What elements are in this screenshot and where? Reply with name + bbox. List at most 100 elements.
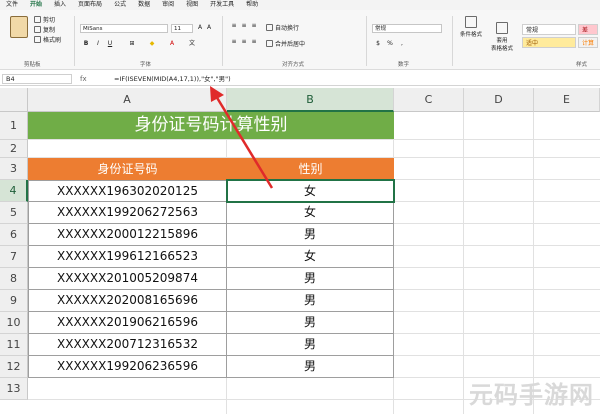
number-label: 数字 [398,62,410,68]
font-label: 字体 [140,62,152,68]
style-bad[interactable]: 差 [578,24,598,35]
gender-cell[interactable]: 男 [226,333,394,356]
row-header-13[interactable]: 13 [0,378,28,400]
header-id-number[interactable]: 身份证号码 [28,158,227,180]
alignment-label: 对齐方式 [282,62,305,68]
row-header-12[interactable]: 12 [0,356,28,378]
column-header-c[interactable]: C [394,88,464,112]
percent-icon[interactable]: % [386,40,394,48]
menu-review[interactable]: 审阅 [156,0,180,10]
font-size-select[interactable]: 11 [171,24,193,33]
align-right-icon[interactable]: ≡ [250,38,258,46]
menu-insert[interactable]: 插入 [48,0,72,10]
border-icon[interactable]: ⊞ [128,40,136,48]
underline-icon[interactable]: U [106,40,114,48]
gender-cell[interactable]: 男 [226,267,394,290]
menu-formulas[interactable]: 公式 [108,0,132,10]
wrap-icon [266,23,273,31]
italic-icon[interactable]: I [94,40,102,48]
id-cell[interactable]: XXXXXX199206236596 [28,355,227,378]
gender-cell[interactable]: 女 [226,245,394,268]
align-center-icon[interactable]: ≡ [240,38,248,46]
conditional-format-icon [465,16,477,28]
gridline [463,112,464,414]
gridline [533,112,534,414]
id-cell[interactable]: XXXXXX201005209874 [28,267,227,290]
gender-cell[interactable]: 女 [226,201,394,224]
row-header-2[interactable]: 2 [0,140,28,158]
fx-icon[interactable]: fx [80,74,87,84]
row-header-8[interactable]: 8 [0,268,28,290]
id-cell[interactable]: XXXXXX201906216596 [28,311,227,334]
id-cell[interactable]: XXXXXX202008165696 [28,289,227,312]
menu-developer[interactable]: 开发工具 [204,0,240,10]
font-color-icon[interactable]: A [168,40,176,48]
menu-page-layout[interactable]: 页面布局 [72,0,108,10]
header-gender[interactable]: 性别 [227,158,394,180]
menu-file[interactable]: 文件 [0,0,24,10]
align-top-icon[interactable]: ≡ [230,22,238,30]
column-header-b[interactable]: B [227,88,394,112]
column-header-d[interactable]: D [464,88,534,112]
cut-button[interactable]: 剪切 [34,14,74,24]
conditional-format-label: 条件格式 [459,32,482,38]
row-header-5[interactable]: 5 [0,202,28,224]
decrease-font-icon[interactable]: A [205,24,213,32]
wrap-text-button[interactable]: 自动换行 [266,22,299,32]
id-cell[interactable]: XXXXXX199206272563 [28,201,227,224]
row-header-4[interactable]: 4 [0,180,28,202]
id-cell[interactable]: XXXXXX200712316532 [28,333,227,356]
style-calculation[interactable]: 计算 [578,37,598,48]
phonetic-icon[interactable]: 文 [188,40,196,48]
menu-data[interactable]: 数据 [132,0,156,10]
id-cell[interactable]: XXXXXX200012215896 [28,223,227,246]
select-all-corner[interactable] [0,88,28,112]
copy-icon [34,25,41,33]
comma-icon[interactable]: , [398,40,406,48]
gender-cell[interactable]: 男 [226,311,394,334]
menu-bar: 文件 开始 插入 页面布局 公式 数据 审阅 视图 开发工具 帮助 [0,0,600,11]
sheet-title[interactable]: 身份证号码计算性别 [28,112,394,139]
format-as-table-button[interactable]: 套用 表格格式 [488,16,516,58]
gender-cell[interactable]: 男 [226,223,394,246]
formula-input[interactable]: =IF(ISEVEN(MID(A4,17,1)),"女","男") [114,74,231,84]
menu-view[interactable]: 视图 [180,0,204,10]
style-normal[interactable]: 常规 [522,24,576,35]
row-header-11[interactable]: 11 [0,334,28,356]
increase-font-icon[interactable]: A [196,24,204,32]
gridline [28,139,600,140]
ribbon-divider [452,16,453,66]
copy-label: 复制 [43,26,56,34]
gender-cell[interactable]: 男 [226,289,394,312]
bold-icon[interactable]: B [82,40,90,48]
menu-help[interactable]: 帮助 [240,0,264,10]
copy-button[interactable]: 复制 [34,24,74,34]
row-header-10[interactable]: 10 [0,312,28,334]
row-header-7[interactable]: 7 [0,246,28,268]
currency-icon[interactable]: $ [374,40,382,48]
column-header-a[interactable]: A [28,88,227,112]
number-format-select[interactable]: 常规 [372,24,442,33]
id-cell[interactable]: XXXXXX196302020125 [28,180,227,202]
gender-cell[interactable]: 女 [226,180,394,202]
fill-color-icon[interactable]: ◆ [148,40,156,48]
row-header-3[interactable]: 3 [0,158,28,180]
menu-home[interactable]: 开始 [24,0,49,11]
id-cell[interactable]: XXXXXX199612166523 [28,245,227,268]
format-painter-button[interactable]: 格式刷 [34,34,74,44]
align-left-icon[interactable]: ≡ [230,38,238,46]
merge-center-button[interactable]: 合并后居中 [266,38,305,48]
name-box[interactable]: B4 [2,74,72,84]
row-header-9[interactable]: 9 [0,290,28,312]
align-middle-icon[interactable]: ≡ [240,22,248,30]
conditional-format-button[interactable]: 条件格式 [458,16,484,38]
row-header-6[interactable]: 6 [0,224,28,246]
align-bottom-icon[interactable]: ≡ [250,22,258,30]
ribbon-divider [74,16,75,66]
font-name-select[interactable]: MiSans [80,24,168,33]
paste-icon[interactable] [10,16,28,38]
gender-cell[interactable]: 男 [226,355,394,378]
row-header-1[interactable]: 1 [0,112,28,140]
style-neutral[interactable]: 适中 [522,37,576,48]
column-header-e[interactable]: E [534,88,600,112]
